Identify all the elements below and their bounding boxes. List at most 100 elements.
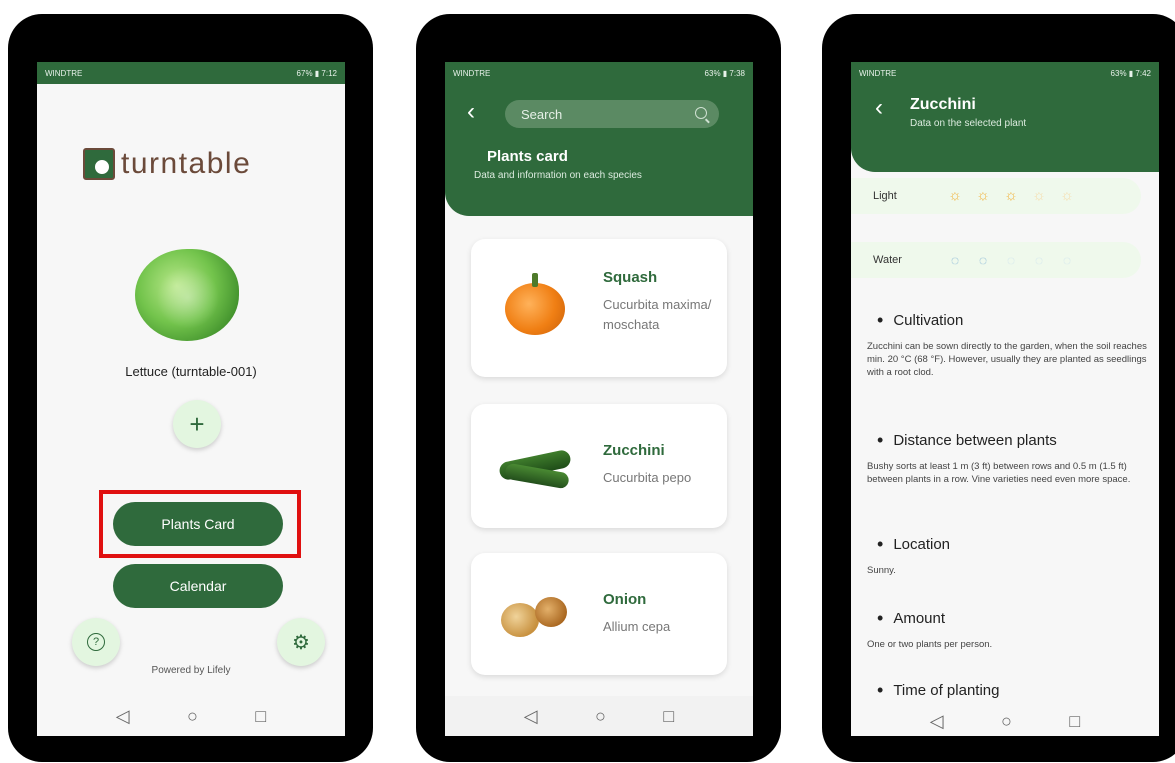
nav-recents-icon[interactable]: □: [663, 706, 674, 727]
powered-by-text: Powered by Lifely: [151, 665, 231, 676]
nav-back-icon[interactable]: ◁: [116, 706, 130, 727]
page-subtitle: Data and information on each species: [474, 170, 642, 181]
status-right: 67% ▮ 7:12: [296, 68, 337, 78]
section-amount: Amount One or two plants per person.: [867, 608, 1147, 651]
phone-frame-plants-card: WINDTRE 63% ▮ 7:38 ‹ Search Plants card …: [416, 14, 781, 762]
sun-icon: ☼: [1004, 187, 1018, 204]
squash-stem: [532, 273, 538, 287]
help-button[interactable]: ?: [72, 618, 120, 666]
plant-card-onion[interactable]: Onion Allium cepa: [471, 553, 727, 675]
section-body: Bushy sorts at least 1 m (3 ft) between …: [867, 461, 1131, 485]
search-icon: [695, 107, 707, 119]
plant-scientific-name: Allium cepa: [603, 619, 671, 634]
plants-card-button[interactable]: Plants Card: [113, 502, 283, 546]
settings-button[interactable]: ⚙: [277, 618, 325, 666]
system-nav-bar: ◁ ○ □: [37, 696, 345, 736]
plus-icon: +: [189, 408, 205, 439]
status-bar: WINDTRE 67% ▮ 7:12: [37, 62, 345, 84]
plant-detail-screen: WINDTRE 63% ▮ 7:42 ‹ Zucchini Data on th…: [851, 62, 1159, 736]
carrier-label: WINDTRE: [45, 68, 83, 78]
drop-icon: ◌: [978, 252, 988, 268]
nav-back-icon[interactable]: ◁: [930, 711, 944, 732]
plant-label: Lettuce (turntable-001): [125, 364, 257, 379]
nav-recents-icon[interactable]: □: [1069, 711, 1080, 732]
plant-name: Zucchini: [603, 442, 665, 459]
section-title: Location: [867, 534, 1147, 555]
add-plant-button[interactable]: +: [173, 400, 221, 448]
light-icons: ☼ ☼ ☼ ☼ ☼: [947, 188, 1075, 204]
water-icons: ◌ ◌ ◌ ◌ ◌: [947, 252, 1075, 268]
status-right: 63% ▮ 7:42: [1110, 68, 1151, 78]
page-title: Zucchini: [910, 96, 976, 113]
status-bar: WINDTRE 63% ▮ 7:38: [445, 62, 753, 84]
sun-icon: ☼: [1032, 187, 1046, 204]
light-label: Light: [873, 190, 897, 202]
app-logo: turntable: [83, 147, 251, 181]
nav-home-icon[interactable]: ○: [595, 706, 606, 727]
plant-name: Squash: [603, 269, 658, 286]
battery-label: 63%: [1110, 68, 1127, 78]
nav-recents-icon[interactable]: □: [255, 706, 266, 727]
section-title: Cultivation: [867, 310, 1147, 331]
battery-label: 63%: [704, 68, 721, 78]
squash-image: [505, 283, 565, 335]
clock-label: 7:42: [1135, 68, 1151, 78]
section-title: Distance between plants: [867, 430, 1147, 451]
page-title: Plants card: [487, 148, 568, 165]
water-label: Water: [873, 254, 902, 266]
phone-frame-home: WINDTRE 67% ▮ 7:12 turntable Lettuce (tu…: [8, 14, 373, 762]
plant-card-squash[interactable]: Squash Cucurbita maxima/ moschata: [471, 239, 727, 377]
system-nav-bar: ◁ ○ □: [851, 706, 1159, 736]
phone-frame-plant-detail: WINDTRE 63% ▮ 7:42 ‹ Zucchini Data on th…: [822, 14, 1175, 762]
section-body: Zucchini can be sown directly to the gar…: [867, 341, 1147, 378]
back-chevron-icon[interactable]: ‹: [875, 94, 883, 122]
status-bar: WINDTRE 63% ▮ 7:42: [851, 62, 1159, 84]
back-chevron-icon[interactable]: ‹: [467, 98, 475, 126]
drop-icon: ◌: [1034, 252, 1044, 268]
section-body: Sunny.: [867, 565, 896, 576]
home-screen: WINDTRE 67% ▮ 7:12 turntable Lettuce (tu…: [37, 62, 345, 736]
sun-icon: ☼: [976, 187, 990, 204]
section-title: Amount: [867, 608, 1147, 629]
lettuce-image: [135, 249, 239, 341]
page-subtitle: Data on the selected plant: [910, 118, 1027, 129]
gear-icon: ⚙: [292, 631, 310, 654]
plant-detail-header: ‹ Zucchini Data on the selected plant: [851, 84, 1159, 172]
section-location: Location Sunny.: [867, 534, 1147, 577]
app-name: turntable: [121, 147, 252, 180]
plant-scientific-name: Cucurbita maxima/ moschata: [603, 297, 712, 332]
plant-card-zucchini[interactable]: Zucchini Cucurbita pepo: [471, 404, 727, 528]
calendar-button[interactable]: Calendar: [113, 564, 283, 608]
section-cultivation: Cultivation Zucchini can be sown directl…: [867, 310, 1147, 379]
plants-card-screen: WINDTRE 63% ▮ 7:38 ‹ Search Plants card …: [445, 62, 753, 736]
drop-icon: ◌: [1062, 252, 1072, 268]
water-rating-row: Water ◌ ◌ ◌ ◌ ◌: [851, 242, 1141, 278]
plant-scientific-name: Cucurbita pepo: [603, 470, 692, 485]
onion-image: [501, 603, 539, 637]
nav-home-icon[interactable]: ○: [187, 706, 198, 727]
clock-label: 7:38: [729, 68, 745, 78]
status-right: 63% ▮ 7:38: [704, 68, 745, 78]
carrier-label: WINDTRE: [453, 68, 491, 78]
onion-image-2: [535, 597, 567, 627]
section-body: One or two plants per person.: [867, 639, 993, 650]
plant-name: Onion: [603, 591, 647, 608]
help-icon: ?: [87, 633, 105, 651]
drop-icon: ◌: [1006, 252, 1016, 268]
nav-back-icon[interactable]: ◁: [524, 706, 538, 727]
search-input[interactable]: Search: [505, 100, 719, 128]
section-time-of-planting: Time of planting: [867, 680, 1147, 701]
sun-icon: ☼: [948, 187, 962, 204]
turntable-logo-icon: [83, 148, 115, 180]
battery-label: 67%: [296, 68, 313, 78]
plants-card-header: ‹ Search Plants card Data and informatio…: [445, 84, 753, 216]
light-rating-row: Light ☼ ☼ ☼ ☼ ☼: [851, 178, 1141, 214]
system-nav-bar: ◁ ○ □: [445, 696, 753, 736]
search-placeholder: Search: [521, 106, 563, 122]
sun-icon: ☼: [1060, 187, 1074, 204]
clock-label: 7:12: [321, 68, 337, 78]
nav-home-icon[interactable]: ○: [1001, 711, 1012, 732]
section-distance: Distance between plants Bushy sorts at l…: [867, 430, 1147, 486]
carrier-label: WINDTRE: [859, 68, 897, 78]
section-title: Time of planting: [867, 680, 1147, 701]
